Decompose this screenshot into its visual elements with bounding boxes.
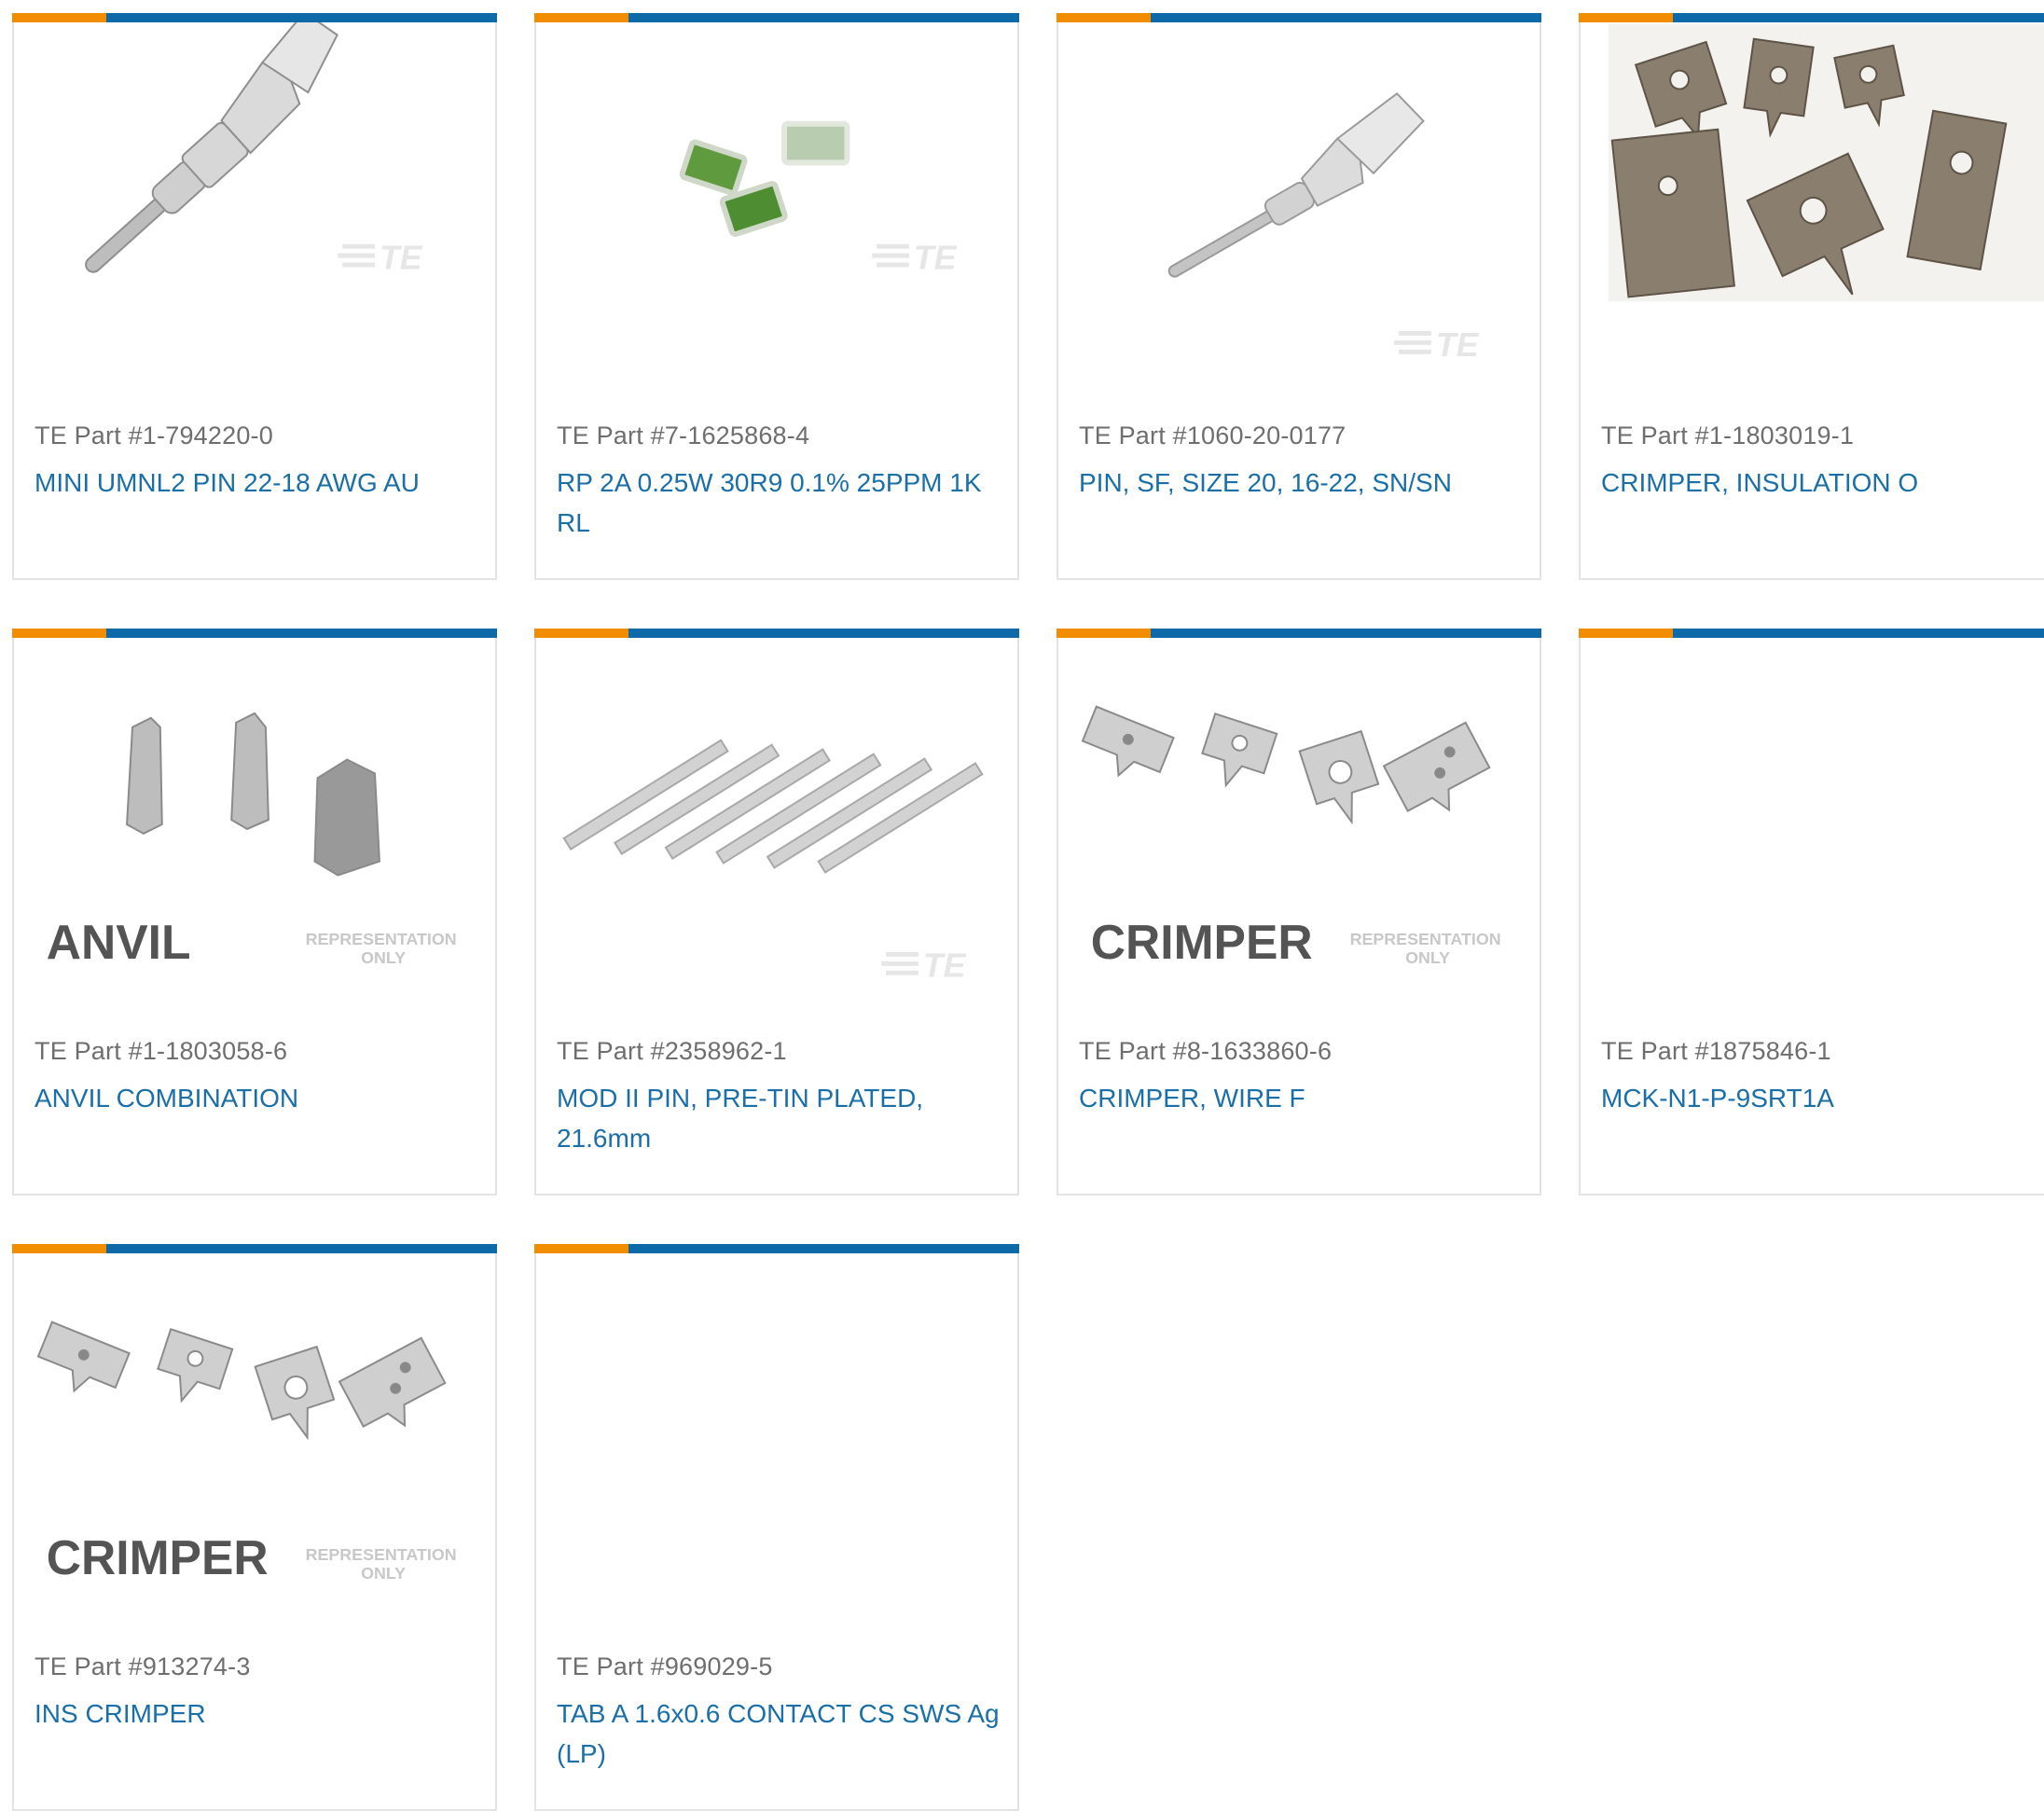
product-card[interactable]: ANVIL REPRESENTATION ONLY TE Part #1-180… — [12, 629, 497, 1196]
card-accent-orange — [12, 1244, 106, 1253]
part-number: TE Part #8-1633860-6 — [1079, 1037, 1333, 1065]
product-grid: TE TE Part #1-794220-0 MINI UMNL2 PIN 22… — [0, 0, 2044, 1811]
product-image[interactable]: TE — [536, 638, 1017, 1013]
part-number: TE Part #1875846-1 — [1601, 1037, 1831, 1065]
product-image[interactable]: CRIMPER REPRESENTATION ONLY — [14, 1253, 495, 1628]
svg-text:REPRESENTATION: REPRESENTATION — [1350, 930, 1501, 948]
card-accent-bar — [1579, 629, 2044, 638]
card-accent-orange — [1057, 629, 1151, 638]
crimper-plates-photo — [1608, 23, 2044, 302]
svg-text:REPRESENTATION: REPRESENTATION — [306, 930, 457, 948]
product-title-link[interactable]: CRIMPER, INSULATION O — [1601, 463, 2044, 503]
crimp-pin-icon: TE — [1167, 92, 1480, 364]
part-number: TE Part #913274-3 — [35, 1652, 251, 1680]
card-accent-bar — [1579, 13, 2044, 22]
image-caption: ANVIL — [47, 915, 191, 969]
product-image[interactable]: CRIMPER REPRESENTATION ONLY — [1058, 638, 1540, 1013]
te-watermark-icon: TE — [338, 240, 423, 277]
product-image[interactable] — [1581, 22, 2044, 397]
product-title-link[interactable]: RP 2A 0.25W 30R9 0.1% 25PPM 1K RL — [557, 463, 1010, 543]
product-title-link[interactable]: CRIMPER, WIRE F — [1079, 1078, 1532, 1118]
svg-text:TE: TE — [923, 947, 967, 985]
pin-strip-icon: TE — [562, 739, 984, 985]
card-accent-orange — [534, 629, 628, 638]
product-image-empty[interactable] — [1581, 638, 2044, 1013]
card-accent-bar — [12, 629, 497, 638]
part-number: TE Part #1-1803019-1 — [1601, 422, 1855, 449]
card-accent-bar — [1057, 13, 1541, 22]
card-accent-orange — [12, 629, 106, 638]
product-image[interactable]: TE — [1058, 22, 1540, 397]
svg-text:ONLY: ONLY — [361, 948, 406, 967]
product-image[interactable]: ANVIL REPRESENTATION ONLY — [14, 638, 495, 1013]
image-caption: CRIMPER — [47, 1530, 269, 1584]
crimp-pin-icon: TE — [85, 22, 423, 277]
card-accent-orange — [1579, 629, 1673, 638]
product-card[interactable]: TE TE Part #2358962-1 MOD II PIN, PRE-TI… — [534, 629, 1019, 1196]
part-number: TE Part #969029-5 — [557, 1652, 773, 1680]
image-caption: CRIMPER — [1091, 915, 1313, 969]
product-image[interactable]: TE — [536, 22, 1017, 397]
part-number: TE Part #1-1803058-6 — [35, 1037, 288, 1065]
card-accent-orange — [12, 13, 106, 22]
product-title-link[interactable]: ANVIL COMBINATION — [35, 1078, 488, 1118]
svg-text:REPRESENTATION: REPRESENTATION — [306, 1545, 457, 1564]
chip-resistor-icon: TE — [679, 120, 958, 277]
product-card[interactable]: CRIMPER REPRESENTATION ONLY TE Part #913… — [12, 1244, 497, 1811]
card-accent-bar — [534, 629, 1019, 638]
product-image[interactable]: TE — [14, 22, 495, 397]
product-image-empty[interactable] — [536, 1253, 1017, 1628]
svg-text:TE: TE — [1436, 326, 1480, 364]
svg-text:TE: TE — [914, 240, 958, 277]
product-title-link[interactable]: INS CRIMPER — [35, 1693, 488, 1734]
card-accent-bar — [12, 1244, 497, 1253]
card-accent-bar — [12, 13, 497, 22]
product-title-link[interactable]: MOD II PIN, PRE-TIN PLATED, 21.6mm — [557, 1078, 1010, 1158]
product-card[interactable]: TE TE Part #1-794220-0 MINI UMNL2 PIN 22… — [12, 13, 497, 580]
svg-text:ONLY: ONLY — [361, 1564, 406, 1583]
crimper-icon: CRIMPER REPRESENTATION ONLY — [1081, 705, 1501, 969]
svg-text:ONLY: ONLY — [1405, 948, 1450, 967]
card-accent-orange — [1579, 13, 1673, 22]
part-number: TE Part #7-1625868-4 — [557, 422, 810, 449]
product-title-link[interactable]: MINI UMNL2 PIN 22-18 AWG AU — [35, 463, 488, 503]
product-title-link[interactable]: MCK-N1-P-9SRT1A — [1601, 1078, 2044, 1118]
card-accent-orange — [534, 1244, 628, 1253]
product-title-link[interactable]: PIN, SF, SIZE 20, 16-22, SN/SN — [1079, 463, 1532, 503]
product-card[interactable]: TE Part #969029-5 TAB A 1.6x0.6 CONTACT … — [534, 1244, 1019, 1811]
card-accent-bar — [534, 1244, 1019, 1253]
product-card[interactable]: CRIMPER REPRESENTATION ONLY TE Part #8-1… — [1057, 629, 1541, 1196]
svg-text:TE: TE — [380, 240, 423, 277]
product-card[interactable]: TE Part #1-1803019-1 CRIMPER, INSULATION… — [1579, 13, 2044, 580]
card-accent-orange — [534, 13, 628, 22]
product-card[interactable]: TE Part #1875846-1 MCK-N1-P-9SRT1A — [1579, 629, 2044, 1196]
part-number: TE Part #1-794220-0 — [35, 422, 273, 449]
part-number: TE Part #2358962-1 — [557, 1037, 787, 1065]
crimper-icon: CRIMPER REPRESENTATION ONLY — [36, 1320, 457, 1584]
product-title-link[interactable]: TAB A 1.6x0.6 CONTACT CS SWS Ag (LP) — [557, 1693, 1010, 1774]
card-accent-bar — [534, 13, 1019, 22]
product-card[interactable]: TE TE Part #1060-20-0177 PIN, SF, SIZE 2… — [1057, 13, 1541, 580]
part-number: TE Part #1060-20-0177 — [1079, 422, 1347, 449]
anvil-icon: ANVIL REPRESENTATION ONLY — [47, 712, 457, 969]
card-accent-bar — [1057, 629, 1541, 638]
card-accent-orange — [1057, 13, 1151, 22]
product-card[interactable]: TE TE Part #7-1625868-4 RP 2A 0.25W 30R9… — [534, 13, 1019, 580]
